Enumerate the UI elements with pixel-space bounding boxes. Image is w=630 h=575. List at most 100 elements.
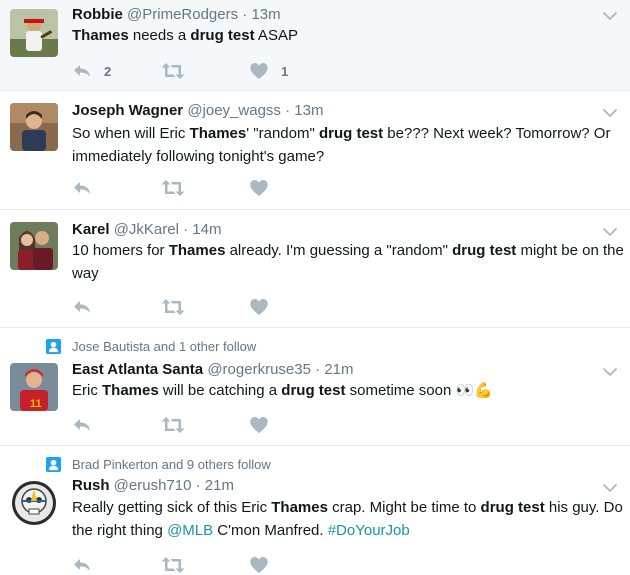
tweet-text: Eric Thames will be catching a drug test… [72,379,624,402]
chevron-down-icon[interactable] [602,364,618,380]
reply-button[interactable] [72,555,92,575]
user-name[interactable]: Robbie [72,6,123,23]
emoji: 👀💪 [455,382,493,399]
text-span: ' "random" [246,125,319,142]
follow-context[interactable]: Brad Pinkerton and 9 others follow [26,457,271,473]
retweet-icon [161,415,185,435]
keyword-highlight: Thames [271,499,328,516]
reply-button[interactable] [72,415,92,435]
text-span: Really getting sick of this Eric [72,499,272,516]
svg-text:11: 11 [30,398,42,410]
like-button[interactable] [249,415,269,435]
timestamp[interactable]: 21m [324,361,353,378]
keyword-highlight: Thames [189,125,247,142]
text-span: will be catching a [158,382,282,399]
user-name[interactable]: Rush [72,477,110,494]
retweet-button[interactable] [161,555,185,575]
user-name[interactable]: East Atlanta Santa [72,361,203,378]
avatar[interactable] [10,479,58,527]
keyword-highlight: drug test [452,242,517,259]
timestamp[interactable]: 13m [251,6,280,23]
separator-dot: · [315,361,321,378]
tweet-header: Rush @erush710 · 21m [72,476,234,496]
reply-icon [72,61,92,81]
tweet-joseph-wagner[interactable]: Joseph Wagner @joey_wagss · 13m So when … [0,91,630,210]
tweet-east-atlanta-santa[interactable]: Jose Bautista and 1 other follow 11 East… [0,328,630,446]
text-span: already. I'm guessing a "random" [225,242,453,259]
reply-icon [72,178,92,198]
user-handle[interactable]: @JkKarel [114,221,179,238]
user-name[interactable]: Joseph Wagner [72,102,183,119]
timestamp[interactable]: 14m [192,221,221,238]
text-span: C'mon Manfred. [213,522,328,539]
chevron-down-icon[interactable] [602,480,618,496]
reply-button[interactable]: 2 [72,61,122,81]
keyword-highlight: drug test [281,382,346,399]
separator-dot: · [183,221,189,238]
retweet-button[interactable] [161,297,185,317]
avatar[interactable]: 11 [10,363,58,411]
tweet-text: Really getting sick of this Eric Thames … [72,496,624,542]
user-handle[interactable]: @rogerkruse35 [207,361,311,378]
separator-dot: · [242,6,248,23]
reply-button[interactable] [72,178,92,198]
reply-button[interactable] [72,297,92,317]
chevron-down-icon[interactable] [602,224,618,240]
keyword-highlight: drug test [190,27,255,44]
like-button[interactable] [249,555,269,575]
chevron-down-icon[interactable] [602,105,618,121]
tweet-header: Karel @JkKarel · 14m [72,220,221,240]
like-button[interactable]: 1 [249,61,299,81]
retweet-icon [161,555,185,575]
chevron-down-icon[interactable] [602,8,618,24]
tweet-text: 10 homers for Thames already. I'm guessi… [72,239,624,285]
heart-icon [249,297,269,317]
reply-icon [72,297,92,317]
follow-context-text: Jose Bautista and 1 other follow [72,339,257,354]
user-handle[interactable]: @joey_wagss [187,102,281,119]
tweet-text: Thames needs a drug test ASAP [72,24,624,47]
retweet-button[interactable] [161,415,185,435]
tweet-robbie[interactable]: Robbie @PrimeRodgers · 13m Thames needs … [0,0,630,91]
tweet-text: So when will Eric Thames' "random" drug … [72,122,624,168]
avatar[interactable] [10,103,58,151]
hashtag-link[interactable]: #DoYourJob [328,522,410,539]
user-handle[interactable]: @erush710 [114,477,192,494]
text-span: So when will Eric [72,125,190,142]
keyword-highlight: Thames [168,242,226,259]
follow-context-text: Brad Pinkerton and 9 others follow [72,457,271,472]
tweet-header: Robbie @PrimeRodgers · 13m [72,5,281,25]
person-icon [46,457,61,472]
like-button[interactable] [249,178,269,198]
text-span: 10 homers for [72,242,169,259]
user-handle[interactable]: @PrimeRodgers [127,6,238,23]
text-span: Eric [72,382,102,399]
separator-dot: · [285,102,291,119]
text-span: needs a [128,27,191,44]
tweet-header: East Atlanta Santa @rogerkruse35 · 21m [72,360,353,380]
reply-count: 2 [104,64,112,79]
follow-context[interactable]: Jose Bautista and 1 other follow [26,339,256,355]
timestamp[interactable]: 13m [294,102,323,119]
retweet-icon [161,61,185,81]
text-span: crap. Might be time to [327,499,481,516]
tweet-rush[interactable]: Brad Pinkerton and 9 others follow Rush … [0,446,630,575]
user-name[interactable]: Karel [72,221,110,238]
heart-icon [249,415,269,435]
retweet-button[interactable] [161,178,185,198]
person-icon [46,339,61,354]
tweet-karel[interactable]: Karel @JkKarel · 14m 10 homers for Thame… [0,210,630,328]
text-span: ASAP [254,27,298,44]
avatar[interactable] [10,222,58,270]
text-span: sometime soon [345,382,456,399]
heart-icon [249,555,269,575]
tweet-header: Joseph Wagner @joey_wagss · 13m [72,101,323,121]
avatar[interactable] [10,9,58,57]
reply-icon [72,415,92,435]
mention-link[interactable]: @MLB [167,522,213,539]
like-button[interactable] [249,297,269,317]
retweet-button[interactable] [161,61,185,81]
heart-icon [249,61,269,81]
timestamp[interactable]: 21m [205,477,234,494]
retweet-icon [161,297,185,317]
